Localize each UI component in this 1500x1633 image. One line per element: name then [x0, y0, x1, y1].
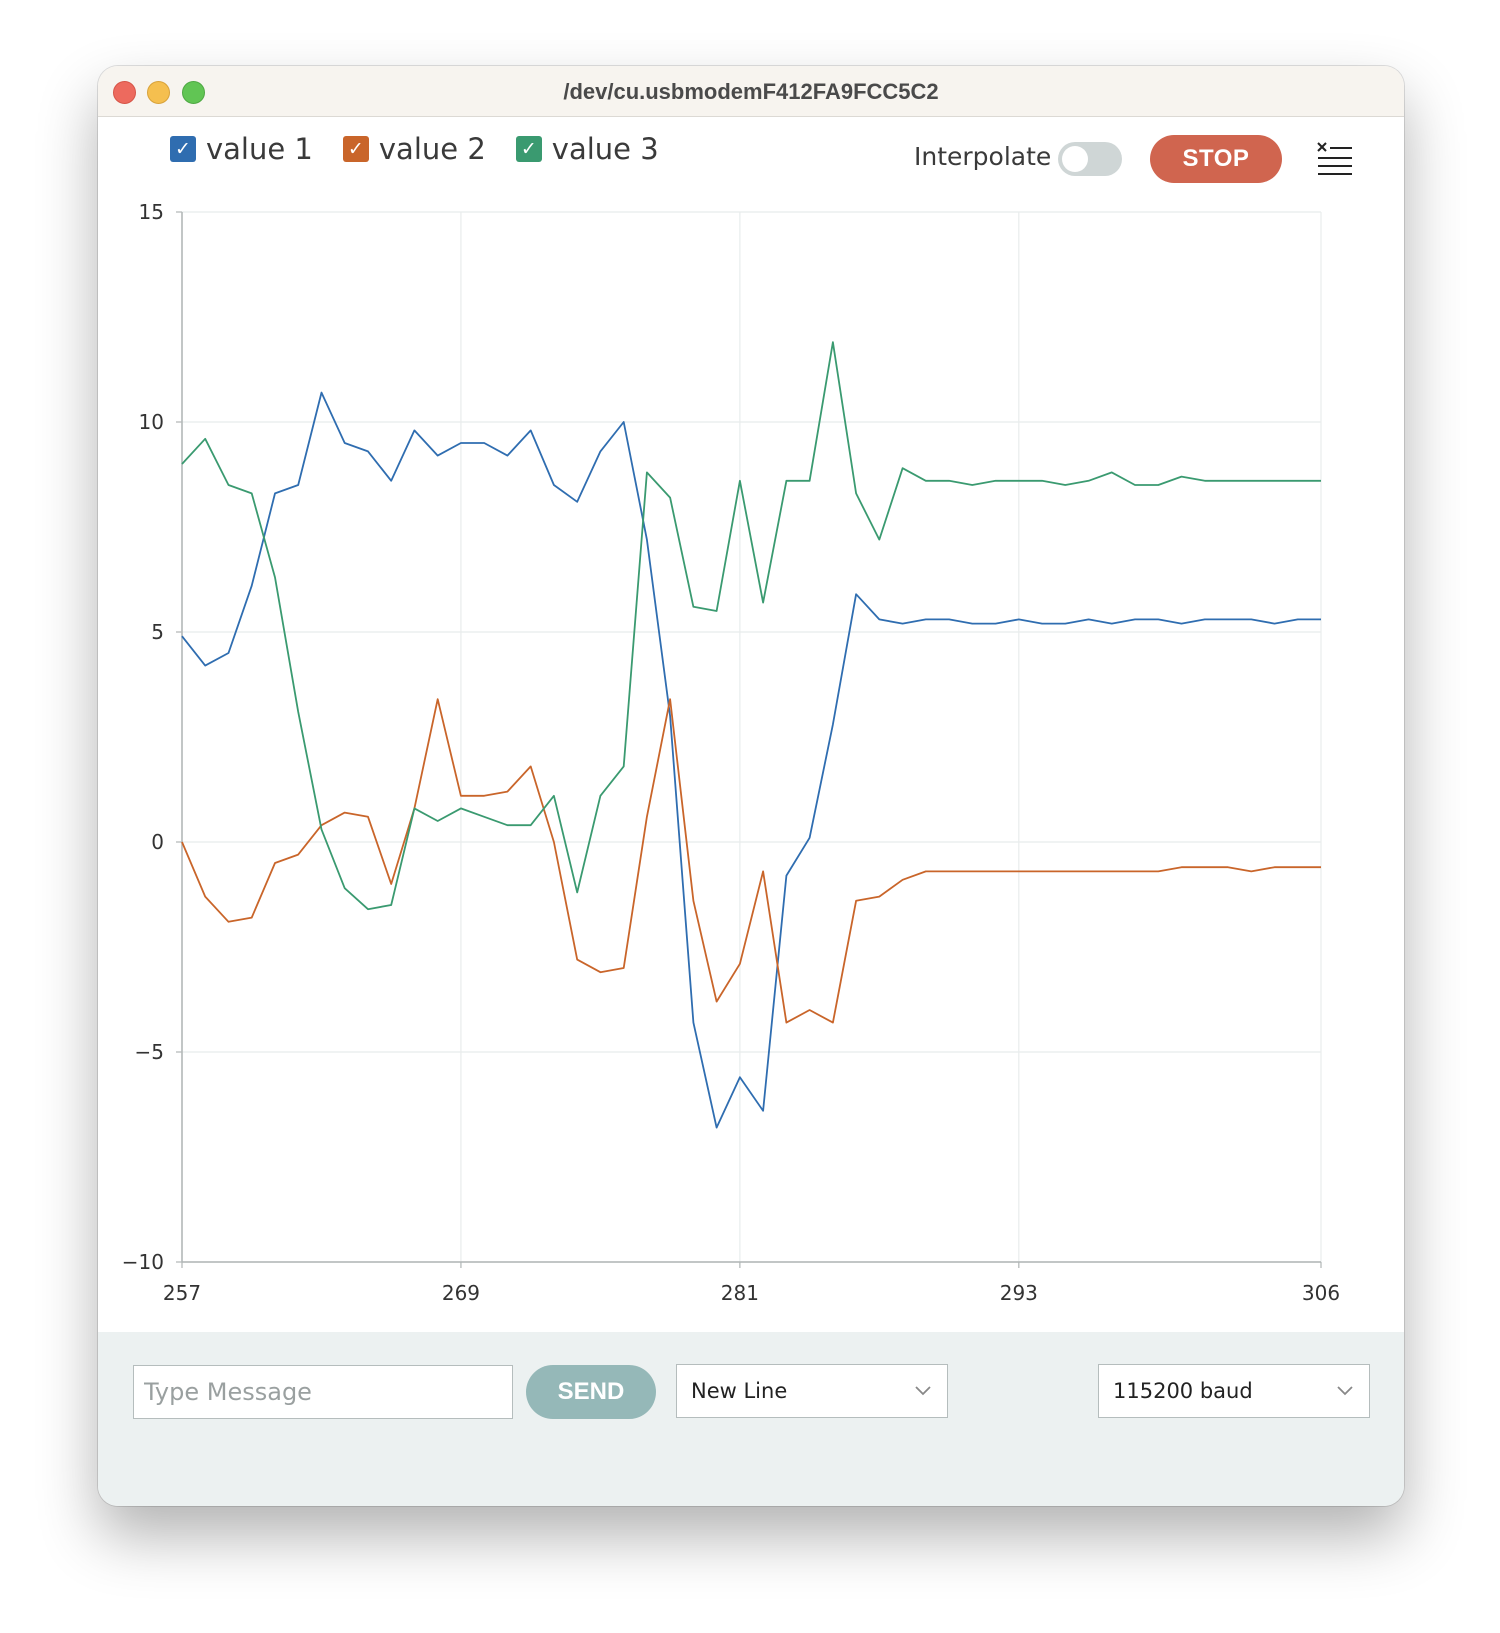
window-title: /dev/cu.usbmodemF412FA9FCC5C2 [563, 79, 939, 104]
toggle-knob [1062, 146, 1088, 172]
chart-legend: ✓ value 1 ✓ value 2 ✓ value 3 [170, 132, 659, 166]
legend-item-value-2[interactable]: ✓ value 2 [342, 132, 486, 166]
legend-item-value-3[interactable]: ✓ value 3 [515, 132, 659, 166]
clear-list-icon[interactable] [1316, 140, 1354, 178]
y-tick-label: 10 [139, 410, 164, 434]
legend-label-value-2: value 2 [378, 132, 486, 166]
baud-rate-select[interactable]: 115200 baud [1098, 1364, 1370, 1418]
series-line-value-2 [181, 698, 1321, 1024]
y-tick-label: −10 [122, 1250, 164, 1274]
bottom-bar: SEND New Line 115200 baud [98, 1332, 1404, 1506]
legend-label-value-1: value 1 [206, 132, 313, 166]
message-input[interactable] [133, 1365, 513, 1419]
interpolate-label: Interpolate [914, 142, 1052, 171]
baud-rate-value: 115200 baud [1113, 1379, 1253, 1403]
y-tick-label: 5 [151, 620, 164, 644]
series-line-value-3 [181, 341, 1321, 911]
x-tick-label: 269 [442, 1281, 480, 1305]
stop-button[interactable]: STOP [1150, 135, 1282, 183]
send-button[interactable]: SEND [526, 1365, 656, 1419]
checkbox-value-2[interactable]: ✓ [342, 136, 369, 162]
serial-plotter-window: /dev/cu.usbmodemF412FA9FCC5C2 ✓ value 1 … [98, 66, 1404, 1506]
series-line-value-1 [181, 391, 1321, 1129]
title-bar: /dev/cu.usbmodemF412FA9FCC5C2 [98, 66, 1404, 117]
x-tick-label: 293 [1000, 1281, 1038, 1305]
y-tick-label: 15 [139, 200, 164, 224]
x-tick-label: 281 [721, 1281, 759, 1305]
checkbox-value-1[interactable]: ✓ [170, 136, 196, 162]
chevron-down-icon [915, 1386, 931, 1396]
legend-label-value-3: value 3 [551, 132, 659, 166]
interpolate-toggle[interactable] [1058, 142, 1122, 176]
y-tick-label: 0 [151, 830, 164, 854]
plot-chart: 15 10 5 0 −5 −10 257 269 281 293 306 [122, 200, 1340, 1305]
y-tick-label: −5 [135, 1040, 164, 1064]
line-ending-value: New Line [691, 1379, 788, 1403]
legend-item-value-1[interactable]: ✓ value 1 [170, 132, 313, 166]
x-tick-label: 257 [163, 1281, 201, 1305]
x-tick-label: 306 [1302, 1281, 1340, 1305]
chevron-down-icon [1337, 1386, 1353, 1396]
line-ending-select[interactable]: New Line [676, 1364, 948, 1418]
checkbox-value-3[interactable]: ✓ [515, 136, 542, 162]
